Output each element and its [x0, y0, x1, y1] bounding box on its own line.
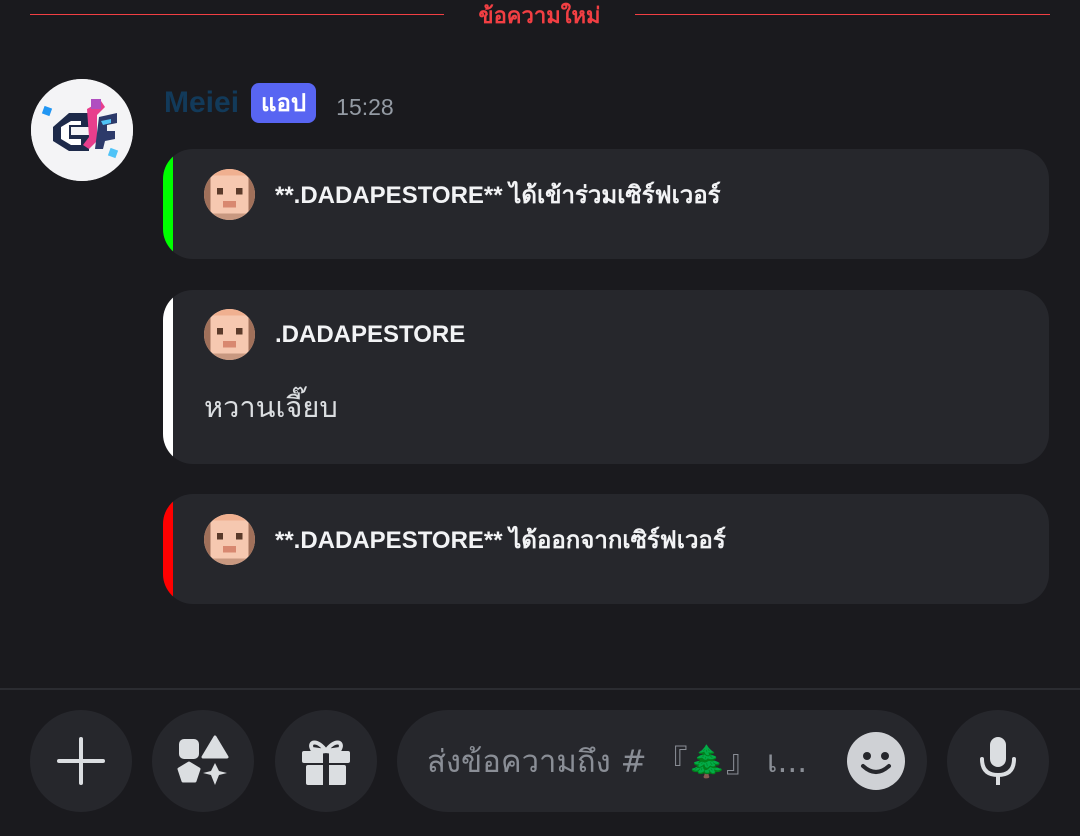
gift-icon — [302, 740, 350, 785]
message-input-placeholder: ส่งข้อความถึง # 『🌲』 เ... — [427, 744, 808, 780]
app-badge: แอป — [251, 83, 317, 123]
voice-message-button[interactable] — [947, 710, 1049, 812]
microphone-icon — [980, 737, 1016, 785]
divider-line-right — [635, 14, 1050, 15]
timestamp: 15:28 — [336, 93, 394, 120]
user-avatar-icon[interactable] — [204, 169, 255, 220]
embed-author: **.DADAPESTORE** ได้เข้าร่วมเซิร์ฟเวอร์ — [204, 169, 721, 220]
embed-color-bar — [163, 149, 173, 259]
emoji-icon — [861, 752, 891, 774]
embed-author-name[interactable]: **.DADAPESTORE** ได้ออกจากเซิร์ฟเวอร์ — [275, 520, 726, 559]
bot-logo-icon — [31, 79, 133, 181]
message-header: Meiei แอป 15:28 — [164, 80, 394, 126]
new-messages-divider: ข้อความใหม่ — [30, 0, 1050, 30]
username[interactable]: Meiei — [164, 86, 239, 120]
apps-icon — [177, 735, 229, 785]
gift-button[interactable] — [275, 710, 377, 812]
user-avatar-icon[interactable] — [204, 514, 255, 565]
divider-line-left — [30, 14, 444, 15]
embed-message: .DADAPESTORE หวานเจี๊ยบ — [163, 290, 1049, 464]
composer-separator — [0, 688, 1080, 690]
plus-icon — [57, 737, 105, 785]
embed-author: .DADAPESTORE — [204, 309, 465, 360]
embed-member-left: **.DADAPESTORE** ได้ออกจากเซิร์ฟเวอร์ — [163, 494, 1049, 604]
message-input[interactable]: ส่งข้อความถึง # 『🌲』 เ... — [397, 710, 927, 812]
apps-button[interactable] — [152, 710, 254, 812]
user-avatar-icon[interactable] — [204, 309, 255, 360]
embed-author-name[interactable]: .DADAPESTORE — [275, 321, 465, 349]
embed-author-name[interactable]: **.DADAPESTORE** ได้เข้าร่วมเซิร์ฟเวอร์ — [275, 175, 721, 214]
add-attachment-button[interactable] — [30, 710, 132, 812]
embed-author: **.DADAPESTORE** ได้ออกจากเซิร์ฟเวอร์ — [204, 514, 726, 565]
embed-member-joined: **.DADAPESTORE** ได้เข้าร่วมเซิร์ฟเวอร์ — [163, 149, 1049, 259]
embed-color-bar — [163, 494, 173, 604]
new-messages-label: ข้อความใหม่ — [478, 4, 601, 29]
embed-color-bar — [163, 290, 173, 464]
emoji-button[interactable] — [847, 732, 905, 790]
bot-avatar[interactable] — [31, 79, 133, 181]
embed-description: หวานเจี๊ยบ — [204, 390, 338, 424]
